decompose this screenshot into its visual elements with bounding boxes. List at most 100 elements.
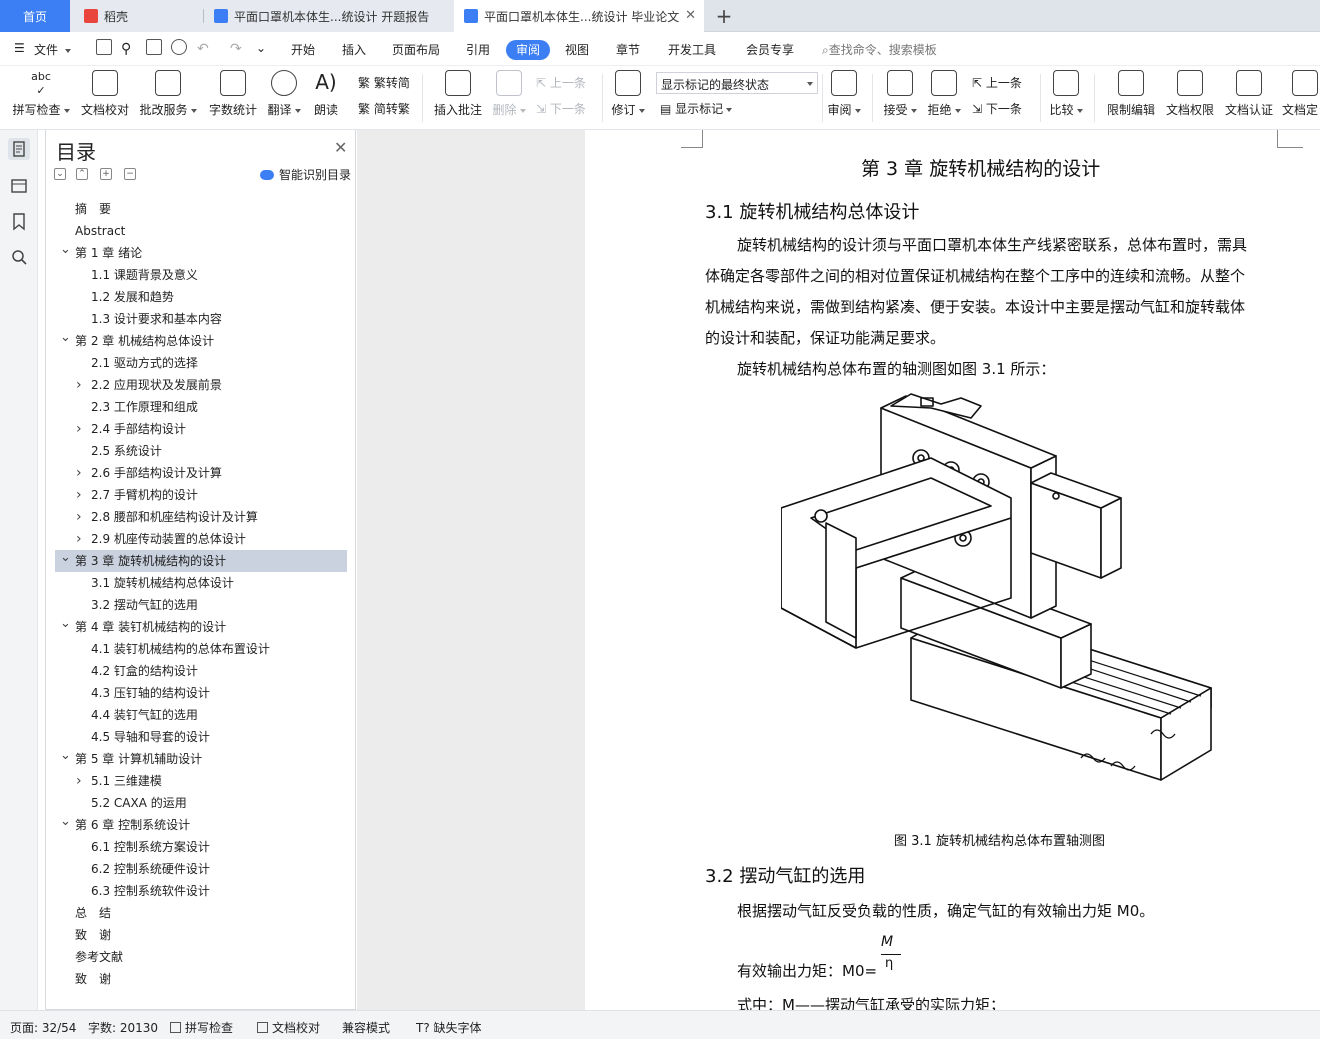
chevron-right-icon[interactable]: › [76, 462, 82, 484]
toc-item[interactable]: 3.2 摆动气缸的选用 [46, 594, 346, 616]
redo-icon[interactable]: ↷ [230, 41, 242, 57]
toc-item[interactable]: 2.3 工作原理和组成 [46, 396, 346, 418]
new-tab-button[interactable]: + [712, 0, 736, 32]
toc-item[interactable]: 3.1 旋转机械结构总体设计 [46, 572, 346, 594]
toc-item[interactable]: › 2.6 手部结构设计及计算 [46, 462, 346, 484]
menu-view[interactable]: 视图 [565, 41, 589, 58]
toc-item[interactable]: ⌄ 第 4 章 装钉机械结构的设计 [46, 616, 346, 638]
chevron-down-icon[interactable]: ⌄ [60, 547, 71, 569]
toc-item[interactable]: 4.5 导轴和导套的设计 [46, 726, 346, 748]
chevron-down-icon[interactable]: ⌄ [256, 41, 266, 55]
toc-item[interactable]: 1.1 课题背景及意义 [46, 264, 346, 286]
toc-item[interactable]: ⌄ 第 5 章 计算机辅助设计 [46, 748, 346, 770]
toc-item[interactable]: › 2.8 腰部和机座结构设计及计算 [46, 506, 346, 528]
toc-item[interactable]: 总 结 [46, 902, 346, 924]
toc-item[interactable]: ⌄ 第 2 章 机械结构总体设计 [46, 330, 346, 352]
toc-item[interactable]: ⌄ 第 1 章 绪论 [46, 242, 346, 264]
toc-item[interactable]: › 2.7 手臂机构的设计 [46, 484, 346, 506]
brush-icon[interactable]: ⚲ [121, 41, 131, 57]
reject-button[interactable]: 拒绝 [924, 70, 964, 118]
toc-item[interactable]: › 5.1 三维建模 [46, 770, 346, 792]
add-heading-icon[interactable]: + [100, 168, 112, 180]
toc-item[interactable]: Abstract [46, 220, 346, 242]
chapter-nav-icon[interactable] [8, 174, 30, 196]
chevron-right-icon[interactable]: › [76, 528, 82, 550]
spell-check-button[interactable]: abc ✓ 拼写检查 [10, 70, 72, 118]
chevron-down-icon[interactable]: ⌄ [60, 327, 71, 349]
menu-member[interactable]: 会员专享 [746, 41, 794, 58]
search-icon[interactable] [8, 246, 30, 268]
toc-item[interactable]: 4.4 装钉气缸的选用 [46, 704, 346, 726]
menu-start[interactable]: 开始 [291, 41, 315, 58]
menu-layout[interactable]: 页面布局 [392, 41, 440, 58]
tab-daoke[interactable]: 稻壳 [70, 0, 204, 32]
page-indicator[interactable]: 页面: 32/54 [10, 1019, 76, 1036]
toc-item[interactable]: 4.1 装钉机械结构的总体布置设计 [46, 638, 346, 660]
expand-up-icon[interactable]: ⌃ [76, 168, 88, 180]
proofread-button[interactable]: 文档校对 [78, 70, 132, 118]
chevron-right-icon[interactable]: › [76, 374, 82, 396]
toc-item[interactable]: 1.3 设计要求和基本内容 [46, 308, 346, 330]
chevron-down-icon[interactable]: ⌄ [60, 239, 71, 261]
toc-item[interactable]: › 2.4 手部结构设计 [46, 418, 346, 440]
track-changes-button[interactable]: 修订 [608, 70, 648, 118]
next-change-button[interactable]: ⇲ 下一条 [972, 100, 1022, 117]
missing-font[interactable]: T? 缺失字体 [416, 1019, 482, 1036]
toc-item[interactable]: 摘 要 [46, 198, 346, 220]
compare-button[interactable]: 比较 [1048, 70, 1084, 118]
trad-to-simp-button[interactable]: 繁 繁转简 [358, 74, 410, 91]
smart-toc-button[interactable]: 智能识别目录 [260, 166, 351, 183]
toc-panel-icon[interactable] [8, 138, 30, 160]
read-aloud-button[interactable]: A) 朗读 [308, 70, 344, 118]
toc-item[interactable]: 2.1 驱动方式的选择 [46, 352, 346, 374]
toc-item[interactable]: › 2.2 应用现状及发展前景 [46, 374, 346, 396]
close-icon[interactable]: ✕ [685, 8, 696, 23]
remove-heading-icon[interactable]: − [124, 168, 136, 180]
bookmark-icon[interactable] [8, 210, 30, 232]
file-menu[interactable]: 文件 [34, 41, 71, 58]
undo-icon[interactable]: ↶ [197, 41, 209, 57]
simp-to-trad-button[interactable]: 繁 简转繁 [358, 100, 410, 117]
next-comment-button[interactable]: ⇲ 下一条 [536, 100, 586, 117]
word-count-indicator[interactable]: 字数: 20130 [88, 1019, 158, 1036]
menu-insert[interactable]: 插入 [342, 41, 366, 58]
toc-item[interactable]: 参考文献 [46, 946, 346, 968]
document-finalize-button[interactable]: 文档定 [1282, 70, 1320, 118]
toc-item[interactable]: 致 谢 [46, 924, 346, 946]
insert-comment-button[interactable]: 插入批注 [430, 70, 486, 118]
status-spell-check[interactable]: 拼写检查 [170, 1019, 233, 1036]
markup-display-select[interactable]: 显示标记的最终状态 [656, 72, 818, 94]
chevron-right-icon[interactable]: › [76, 506, 82, 528]
correction-service-button[interactable]: 批改服务 [138, 70, 198, 118]
toc-item[interactable]: 2.5 系统设计 [46, 440, 346, 462]
toc-item[interactable]: 致 谢 [46, 968, 346, 990]
chevron-right-icon[interactable]: › [76, 484, 82, 506]
chevron-down-icon[interactable]: ⌄ [60, 613, 71, 635]
toc-item[interactable]: 6.1 控制系统方案设计 [46, 836, 346, 858]
toc-item[interactable]: 1.2 发展和趋势 [46, 286, 346, 308]
toc-item[interactable]: 6.3 控制系统软件设计 [46, 880, 346, 902]
restrict-editing-button[interactable]: 限制编辑 [1104, 70, 1158, 118]
toc-item[interactable]: 6.2 控制系统硬件设计 [46, 858, 346, 880]
chevron-right-icon[interactable]: › [76, 770, 82, 792]
toc-item[interactable]: 5.2 CAXA 的运用 [46, 792, 346, 814]
word-count-button[interactable]: 字数统计 [206, 70, 260, 118]
accept-button[interactable]: 接受 [880, 70, 920, 118]
toc-item[interactable]: ⌄ 第 6 章 控制系统设计 [46, 814, 346, 836]
compat-mode[interactable]: 兼容模式 [342, 1019, 390, 1036]
document-certify-button[interactable]: 文档认证 [1222, 70, 1276, 118]
toc-item[interactable]: 4.2 钉盒的结构设计 [46, 660, 346, 682]
review-pane-button[interactable]: 审阅 [826, 70, 862, 118]
chevron-right-icon[interactable]: › [76, 418, 82, 440]
chevron-down-icon[interactable]: ⌄ [60, 811, 71, 833]
menu-references[interactable]: 引用 [466, 41, 490, 58]
delete-comment-button[interactable]: 删除 [490, 70, 528, 118]
prev-comment-button[interactable]: ⇱ 上一条 [536, 74, 586, 91]
command-search[interactable]: ⌕查找命令、搜索模板 [822, 41, 937, 58]
tab-doc-proposal[interactable]: 平面口罩机本体生...统设计 开题报告 [204, 0, 454, 32]
hamburger-icon[interactable]: ☰ [14, 41, 25, 55]
save-icon[interactable] [96, 39, 112, 55]
print-icon[interactable] [146, 39, 162, 55]
translate-button[interactable]: 翻译 [264, 70, 304, 118]
toc-item[interactable]: › 2.9 机座传动装置的总体设计 [46, 528, 346, 550]
